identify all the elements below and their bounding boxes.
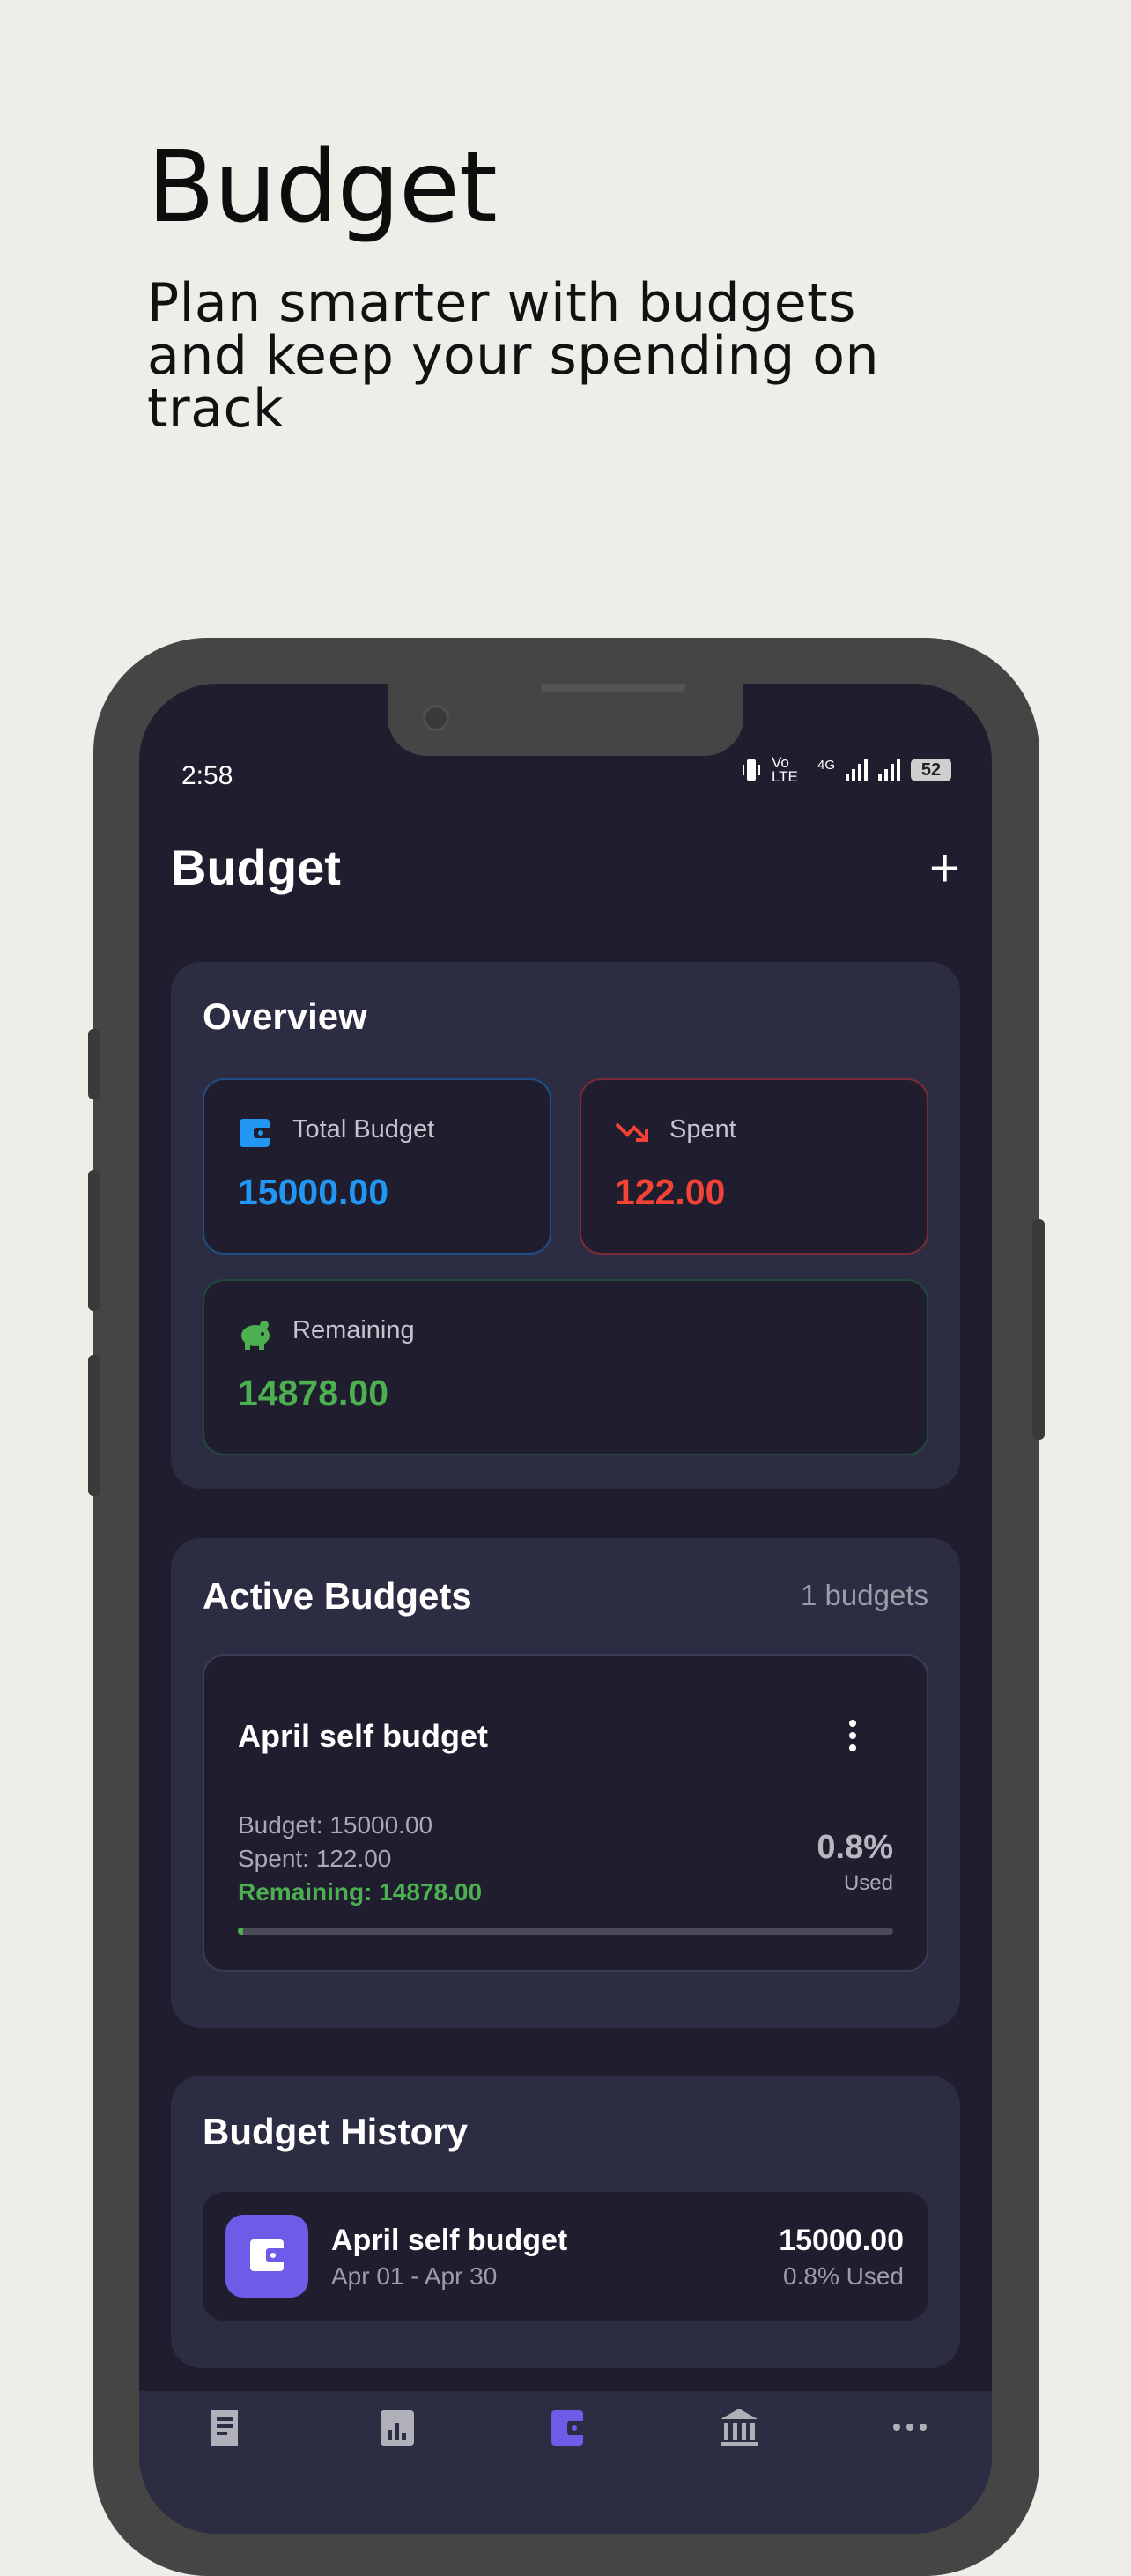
budget-progress-fill [238,1928,243,1935]
history-row[interactable]: April self budget Apr 01 - Apr 30 15000.… [203,2192,928,2321]
volte-label: Vo LTE [771,754,798,785]
piggy-bank-icon [241,1321,270,1350]
speaker [541,684,685,692]
status-time: 2:58 [181,761,233,790]
page-title: Budget [171,840,341,895]
signal-icon [878,759,900,781]
signal-icon [846,759,868,781]
total-budget-card: Total Budget 15000.00 [203,1078,551,1255]
budget-used-label: Used [843,1871,893,1895]
trending-down-icon [615,1122,648,1142]
budget-name: April self budget [238,1718,489,1754]
bottom-nav [139,2391,992,2534]
budget-remaining: Remaining: 14878.00 [238,1878,483,1906]
budget-percent: 0.8% [817,1829,893,1866]
side-button [88,1170,100,1311]
remaining-value: 14878.00 [238,1373,389,1413]
receipt-icon[interactable] [203,2405,247,2449]
total-budget-value: 15000.00 [238,1172,389,1212]
side-button [88,1029,100,1099]
status-icons: Vo LTE 4G 52 [742,754,951,785]
history-name: April self budget [331,2224,568,2257]
battery-icon: 52 [911,759,951,781]
wallet-icon [225,2215,308,2298]
history-date-range: Apr 01 - Apr 30 [331,2262,498,2290]
total-budget-label: Total Budget [292,1115,435,1144]
history-amount: 15000.00 [779,2224,904,2257]
side-button [1032,1219,1045,1440]
spent-label: Spent [669,1115,736,1144]
budget-item[interactable]: April self budget Budget: 15000.00 Spent… [203,1654,928,1972]
budget-history-card: Budget History April self budget Apr 01 … [171,2076,960,2368]
chart-icon[interactable] [375,2405,419,2449]
more-vert-icon[interactable] [849,1720,856,1751]
promo-title: Budget [147,130,498,245]
remaining-card: Remaining 14878.00 [203,1279,928,1455]
budget-progress-bar [238,1928,893,1935]
phone-screen: 2:58 Vo LTE 4G 52 Budget + Overview Tota… [139,684,992,2534]
history-used: 0.8% Used [783,2262,904,2290]
active-budgets-card: Active Budgets 1 budgets April self budg… [171,1538,960,2028]
budget-amount: Budget: 15000.00 [238,1811,433,1839]
remaining-label: Remaining [292,1316,415,1344]
camera [423,705,449,731]
promo-subtitle: Plan smarter with budgets and keep your … [147,272,879,440]
budget-spent: Spent: 122.00 [238,1845,392,1872]
add-budget-button[interactable]: + [929,842,960,895]
side-button [88,1355,100,1496]
network-type: 4G [817,757,835,773]
phone-frame: 2:58 Vo LTE 4G 52 Budget + Overview Tota… [88,638,1045,2576]
more-icon[interactable] [888,2405,932,2449]
wallet-icon [240,1119,271,1147]
vibrate-icon [742,759,760,781]
spent-card: Spent 122.00 [580,1078,928,1255]
budget-count: 1 budgets [801,1579,928,1611]
overview-card: Overview Total Budget 15000.00 Spent 122… [171,962,960,1489]
active-budgets-title: Active Budgets [203,1575,472,1617]
wallet-icon[interactable] [546,2405,590,2449]
spent-value: 122.00 [615,1172,726,1212]
overview-title: Overview [203,996,367,1037]
bank-icon[interactable] [717,2405,761,2449]
budget-history-title: Budget History [203,2111,469,2152]
